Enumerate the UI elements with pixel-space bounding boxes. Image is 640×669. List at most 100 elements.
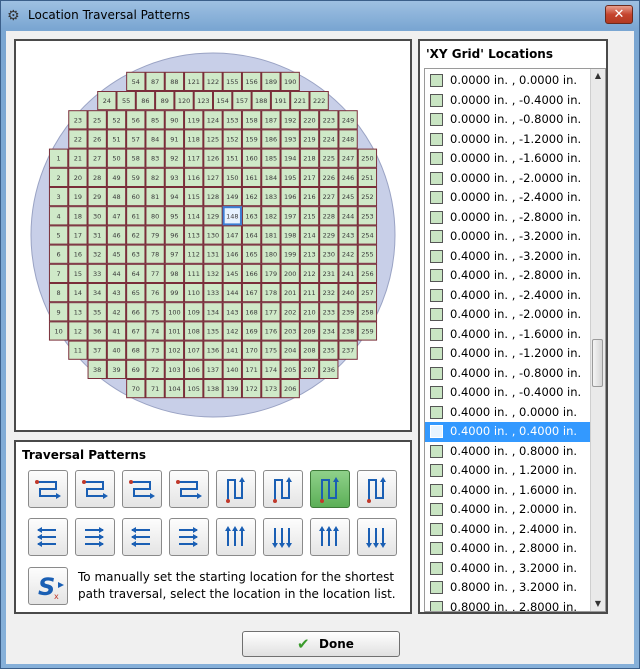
die-cell[interactable]: 59 bbox=[127, 168, 145, 186]
die-cell[interactable]: 177 bbox=[262, 303, 280, 321]
die-cell[interactable]: 209 bbox=[300, 322, 319, 340]
die-cell[interactable]: 11 bbox=[69, 341, 87, 359]
close-button[interactable]: ✕ bbox=[605, 5, 633, 24]
die-cell[interactable]: 226 bbox=[320, 168, 338, 186]
die-cell[interactable]: 141 bbox=[223, 341, 241, 359]
location-checkbox[interactable] bbox=[430, 152, 443, 165]
location-checkbox[interactable] bbox=[430, 600, 443, 611]
die-cell[interactable]: 62 bbox=[127, 226, 145, 244]
die-cell[interactable]: 32 bbox=[88, 245, 106, 263]
die-cell[interactable]: 146 bbox=[223, 245, 241, 263]
die-cell[interactable]: 16 bbox=[69, 245, 87, 263]
die-cell[interactable]: 214 bbox=[300, 226, 319, 244]
die-cell[interactable]: 91 bbox=[165, 130, 184, 148]
die-cell[interactable]: 76 bbox=[146, 284, 164, 302]
die-cell[interactable]: 78 bbox=[146, 245, 164, 263]
die-cell[interactable]: 259 bbox=[358, 322, 377, 340]
die-cell[interactable]: 21 bbox=[69, 149, 87, 167]
die-cell[interactable]: 211 bbox=[300, 284, 319, 302]
die-cell[interactable]: 86 bbox=[136, 92, 155, 110]
die-cell[interactable]: 101 bbox=[165, 322, 184, 340]
die-cell[interactable]: 136 bbox=[204, 341, 222, 359]
die-cell[interactable]: 69 bbox=[127, 360, 145, 378]
pattern-button-raster-down-2[interactable] bbox=[310, 518, 350, 556]
location-row[interactable]: 0.8000 in. , 2.8000 in. bbox=[425, 598, 591, 611]
die-cell[interactable]: 115 bbox=[185, 188, 203, 206]
die-cell[interactable]: 88 bbox=[165, 72, 184, 90]
die-cell[interactable]: 220 bbox=[300, 111, 319, 129]
die-cell[interactable]: 125 bbox=[204, 130, 222, 148]
die-cell[interactable]: 38 bbox=[88, 360, 106, 378]
die-cell[interactable]: 68 bbox=[127, 341, 145, 359]
die-cell[interactable]: 139 bbox=[223, 380, 241, 398]
die-cell[interactable]: 123 bbox=[194, 92, 212, 110]
die-cell[interactable]: 158 bbox=[242, 111, 261, 129]
die-cell[interactable]: 193 bbox=[281, 130, 299, 148]
die-cell[interactable]: 199 bbox=[281, 245, 299, 263]
pattern-button-raster-up[interactable] bbox=[216, 518, 256, 556]
die-cell[interactable]: 63 bbox=[127, 245, 145, 263]
die-cell[interactable]: 111 bbox=[185, 264, 203, 282]
die-cell[interactable]: 216 bbox=[300, 188, 319, 206]
location-row[interactable]: 0.4000 in. , 1.2000 in. bbox=[425, 461, 591, 481]
pattern-button-serpentine-horizontal-right-2[interactable] bbox=[122, 470, 162, 508]
die-cell[interactable]: 233 bbox=[320, 303, 338, 321]
die-cell[interactable]: 29 bbox=[88, 188, 106, 206]
die-cell[interactable]: 196 bbox=[281, 188, 299, 206]
location-checkbox[interactable] bbox=[430, 347, 443, 360]
manual-start-button[interactable]: S x bbox=[28, 567, 68, 605]
die-cell[interactable]: 155 bbox=[223, 72, 241, 90]
die-cell[interactable]: 100 bbox=[165, 303, 184, 321]
die-cell[interactable]: 117 bbox=[185, 149, 203, 167]
location-row[interactable]: 0.4000 in. , -1.6000 in. bbox=[425, 325, 591, 345]
die-cell[interactable]: 218 bbox=[300, 149, 319, 167]
die-cell[interactable]: 51 bbox=[107, 130, 126, 148]
die-cell[interactable]: 31 bbox=[88, 226, 106, 244]
die-cell[interactable]: 102 bbox=[165, 341, 184, 359]
die-cell[interactable]: 247 bbox=[339, 149, 357, 167]
die-cell[interactable]: 204 bbox=[281, 341, 299, 359]
die-cell[interactable]: 98 bbox=[165, 264, 184, 282]
die-cell[interactable]: 152 bbox=[223, 130, 241, 148]
die-cell[interactable]: 24 bbox=[98, 92, 116, 110]
location-checkbox[interactable] bbox=[430, 327, 443, 341]
die-cell[interactable]: 66 bbox=[127, 303, 145, 321]
die-cell[interactable]: 56 bbox=[127, 111, 145, 129]
die-cell[interactable]: 219 bbox=[300, 130, 319, 148]
die-cell[interactable]: 185 bbox=[262, 149, 280, 167]
die-cell[interactable]: 124 bbox=[204, 111, 222, 129]
die-cell[interactable]: 168 bbox=[242, 303, 261, 321]
die-cell[interactable]: 145 bbox=[223, 264, 241, 282]
die-cell[interactable]: 4 bbox=[49, 207, 68, 225]
die-cell[interactable]: 150 bbox=[223, 168, 241, 186]
die-cell[interactable]: 176 bbox=[262, 322, 280, 340]
die-cell[interactable]: 34 bbox=[88, 284, 106, 302]
locations-scrollbar[interactable]: ▲ ▼ bbox=[590, 69, 605, 611]
die-cell[interactable]: 70 bbox=[127, 380, 145, 398]
die-cell[interactable]: 244 bbox=[339, 207, 357, 225]
die-cell[interactable]: 43 bbox=[107, 284, 126, 302]
location-row[interactable]: 0.4000 in. , 0.8000 in. bbox=[425, 442, 591, 462]
die-cell[interactable]: 54 bbox=[127, 72, 145, 90]
die-cell[interactable]: 92 bbox=[165, 149, 184, 167]
location-checkbox[interactable] bbox=[430, 444, 443, 458]
die-cell[interactable]: 235 bbox=[320, 341, 338, 359]
scroll-down-icon[interactable]: ▼ bbox=[591, 597, 605, 611]
location-row[interactable]: 0.4000 in. , 0.4000 in. bbox=[425, 422, 591, 442]
die-cell[interactable]: 228 bbox=[320, 207, 338, 225]
die-cell[interactable]: 121 bbox=[185, 72, 203, 90]
location-checkbox[interactable] bbox=[430, 191, 443, 204]
die-cell[interactable]: 256 bbox=[358, 264, 377, 282]
location-row[interactable]: 0.0000 in. , -3.2000 in. bbox=[425, 227, 591, 247]
location-checkbox[interactable] bbox=[430, 581, 443, 594]
die-cell[interactable]: 170 bbox=[242, 341, 261, 359]
pattern-button-raster-right[interactable] bbox=[122, 518, 162, 556]
die-cell[interactable]: 3 bbox=[49, 188, 68, 206]
location-row[interactable]: 0.0000 in. , -2.0000 in. bbox=[425, 169, 591, 189]
die-cell[interactable]: 14 bbox=[69, 284, 87, 302]
die-cell[interactable]: 108 bbox=[185, 322, 203, 340]
die-cell[interactable]: 225 bbox=[320, 149, 338, 167]
die-cell[interactable]: 8 bbox=[49, 284, 68, 302]
location-row[interactable]: 0.0000 in. , -1.2000 in. bbox=[425, 130, 591, 150]
die-cell[interactable]: 241 bbox=[339, 264, 357, 282]
